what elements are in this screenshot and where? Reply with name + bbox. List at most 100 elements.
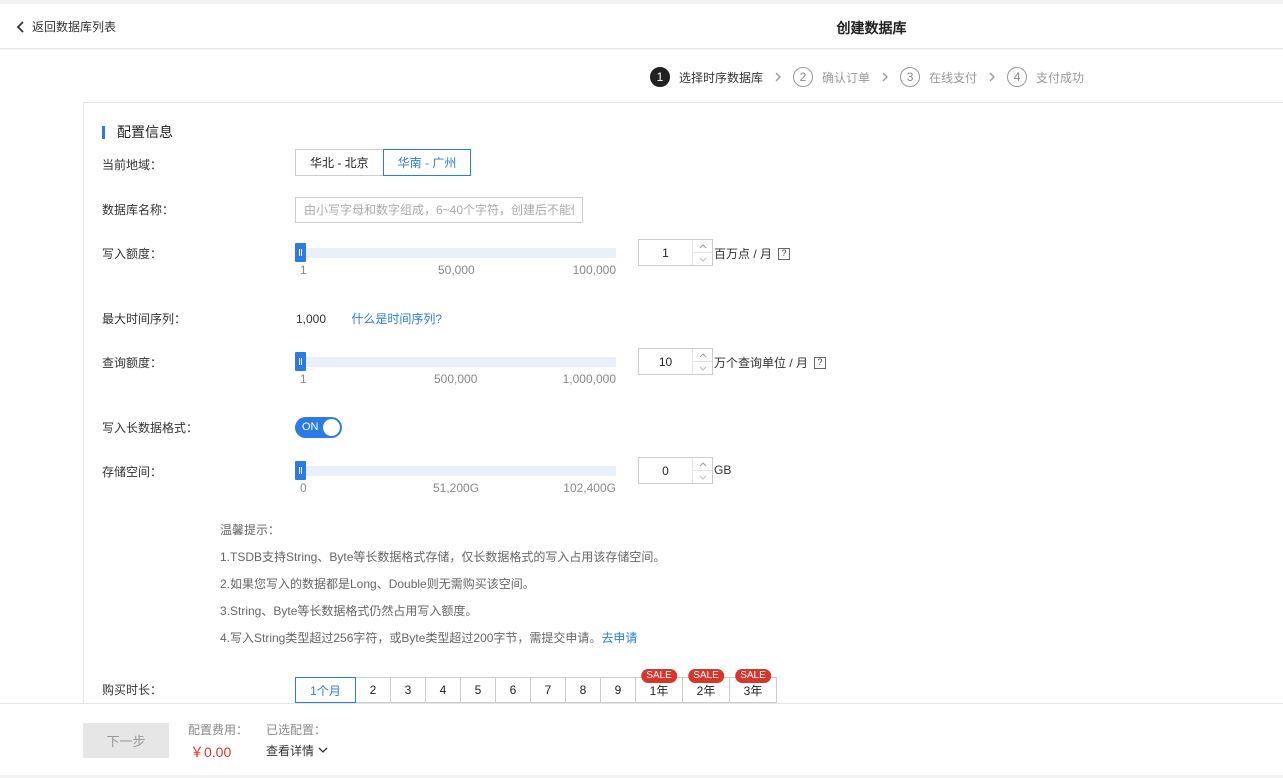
write-quota-slider[interactable]: 1 50,000 100,000 [295,242,616,277]
duration-option-label: 3 [404,683,412,697]
slider-tick-max: 1,000,000 [562,372,616,386]
slider-handle[interactable] [295,243,306,262]
page-title: 创建数据库 [836,20,907,36]
region-option-guangzhou[interactable]: 华南 - 广州 [382,149,472,176]
view-details-label: 查看详情 [266,744,315,758]
duration-option[interactable]: 4 [425,677,461,703]
duration-option-label: 9 [614,683,622,697]
duration-option[interactable]: SALE 1年 [635,669,683,703]
step-1-label: 选择时序数据库 [679,70,764,85]
duration-option-label: 5 [474,683,482,697]
help-icon[interactable]: ? [814,356,827,369]
footer-bar: 下一步 配置费用： ￥0.00 已选配置： 查看详情 [0,703,1283,775]
storage-stepper[interactable]: 0 [638,457,713,484]
duration-option[interactable]: 2 [355,677,391,703]
max-series-value: 1,000 [296,312,327,326]
duration-option-label: 1年 [649,683,669,698]
apply-link[interactable]: 去申请 [601,631,637,645]
long-format-toggle[interactable]: ON [295,417,342,438]
write-quota-value[interactable]: 1 [639,240,692,265]
step-1-number: 1 [650,67,670,87]
sale-badge: SALE [641,669,677,683]
duration-option[interactable]: 7 [530,677,566,703]
slider-tick-min: 0 [300,481,307,495]
section-title: 配置信息 [102,122,173,142]
slider-tick-min: 1 [300,263,307,277]
duration-selector: 1个月 2 3 4 5 6 7 8 9 SALE 1年 SALE 2年 SALE 3年 [295,669,777,703]
region-selector: 华北 - 北京 华南 - 广州 [295,149,472,176]
what-is-time-series-link[interactable]: 什么是时间序列? [351,312,442,326]
chevron-down-icon [318,747,328,753]
stepper-down-icon[interactable] [693,253,712,265]
tips-line-2: 2.如果您写入的数据都是Long、Double则无需购买该空间。 [220,577,535,591]
main-content: 1 选择时序数据库 2 确认订单 3 在线支付 4 支付成功 配置信息 当前地域… [0,50,1283,703]
duration-label: 购买时长： [102,683,163,697]
query-quota-value[interactable]: 10 [639,349,692,374]
max-series-label: 最大时间序列： [102,312,187,326]
query-quota-slider[interactable]: 1 500,000 1,000,000 [295,351,616,386]
step-4-number: 4 [1007,67,1028,87]
duration-option[interactable]: 1个月 [295,677,356,703]
db-name-input[interactable] [295,197,583,223]
query-quota-label: 查询额度： [102,356,163,370]
slider-tick-mid: 500,000 [434,372,478,386]
stepper-down-icon[interactable] [693,362,712,374]
storage-label: 存储空间： [102,465,163,479]
duration-option-label: 6 [509,683,517,697]
duration-option[interactable]: 6 [495,677,531,703]
duration-option-label: 8 [579,683,587,697]
sale-badge: SALE [688,669,724,683]
long-format-label: 写入长数据格式： [102,421,199,435]
storage-value[interactable]: 0 [639,458,692,483]
duration-option[interactable]: 3 [390,677,426,703]
tips-title: 温馨提示： [220,523,281,537]
slider-tick-min: 1 [300,372,307,386]
help-icon[interactable]: ? [778,247,791,260]
query-quota-unit-text: 万个查询单位 / 月 [714,356,809,370]
stepper-down-icon[interactable] [693,471,712,483]
next-step-button[interactable]: 下一步 [83,723,169,758]
stepper-up-icon[interactable] [693,458,712,471]
cost-label: 配置费用： [188,723,249,737]
write-quota-label: 写入额度： [102,247,163,261]
selected-config-label: 已选配置： [266,723,327,737]
slider-handle[interactable] [295,352,306,371]
step-4-label: 支付成功 [1036,70,1085,85]
write-quota-unit-text: 百万点 / 月 [714,247,773,261]
duration-option-label: 2 [369,683,377,697]
slider-track [295,466,616,476]
toggle-knob [323,419,340,436]
slider-tick-max: 102,400G [563,481,616,495]
write-quota-stepper[interactable]: 1 [638,239,713,266]
step-3-label: 在线支付 [929,70,978,85]
tips-line-4-row: 4.写入String类型超过256字符，或Byte类型超过200字节，需提交申请… [220,625,665,652]
slider-tick-mid: 50,000 [438,263,475,277]
slider-tick-max: 100,000 [572,263,616,277]
region-label: 当前地域： [102,158,163,172]
duration-option-label: 1个月 [310,683,341,698]
stepper-up-icon[interactable] [693,349,712,362]
max-series-value-row: 1,000 什么是时间序列? [296,310,442,327]
duration-option[interactable]: 9 [600,677,636,703]
step-indicator: 1 选择时序数据库 2 确认订单 3 在线支付 4 支付成功 [650,67,1084,87]
duration-option[interactable]: 5 [460,677,496,703]
storage-slider[interactable]: 0 51,200G 102,400G [295,460,616,495]
step-3: 3 在线支付 [900,67,977,87]
region-option-beijing[interactable]: 华北 - 北京 [295,149,384,176]
duration-option-label: 4 [439,683,447,697]
write-quota-unit: 百万点 / 月 ? [714,245,791,262]
config-panel: 配置信息 当前地域： 华北 - 北京 华南 - 广州 数据库名称： 写入额度： … [83,102,1283,703]
slider-tick-mid: 51,200G [433,481,480,495]
slider-handle[interactable] [295,461,306,480]
query-quota-stepper[interactable]: 10 [638,348,713,375]
stepper-up-icon[interactable] [693,240,712,253]
section-title-bar [102,125,105,139]
tips-line-4: 4.写入String类型超过256字符，或Byte类型超过200字节，需提交申请… [220,631,602,645]
step-1: 1 选择时序数据库 [650,67,763,87]
duration-option[interactable]: SALE 2年 [682,669,730,703]
duration-option[interactable]: 8 [565,677,601,703]
chevron-right-icon [882,72,888,82]
view-details-link[interactable]: 查看详情 [266,742,328,759]
duration-option[interactable]: SALE 3年 [729,669,777,703]
step-4: 4 支付成功 [1007,67,1084,87]
